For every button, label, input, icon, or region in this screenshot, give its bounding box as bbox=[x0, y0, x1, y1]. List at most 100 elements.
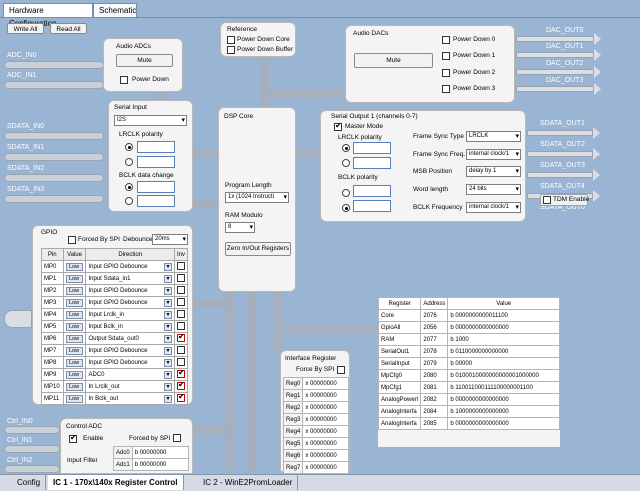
gpio-direction[interactable]: Input GPIO Debounce bbox=[85, 284, 162, 297]
register-value[interactable]: b 1000000000000000 bbox=[447, 405, 560, 418]
gpio-inv-checkbox[interactable] bbox=[176, 273, 185, 282]
gpio-inv-checkbox[interactable] bbox=[176, 368, 185, 378]
gpio-inv-checkbox[interactable] bbox=[176, 345, 185, 354]
gpio-direction[interactable]: Input Sdata_in1 bbox=[85, 272, 162, 285]
interface-register-value[interactable]: x 00000000 bbox=[302, 413, 349, 426]
ram-modulo-select[interactable]: 8 bbox=[225, 222, 255, 233]
gpio-direction[interactable]: In Bclk_out bbox=[85, 392, 162, 405]
gpio-inv-checkbox[interactable] bbox=[176, 297, 185, 306]
register-value[interactable]: b 00000 bbox=[447, 357, 560, 370]
interface-force-by-spi-checkbox[interactable] bbox=[337, 366, 345, 374]
gpio-direction-dropdown-icon[interactable]: ▾ bbox=[163, 262, 172, 271]
power-down-buffer-checkbox[interactable] bbox=[227, 46, 235, 54]
lrclk-polarity-radio-1[interactable] bbox=[125, 143, 133, 151]
gpio-direction[interactable]: Output Sdata_out0 bbox=[85, 332, 162, 345]
gpio-direction[interactable]: In Lrclk_out bbox=[85, 380, 162, 393]
gpio-value-button[interactable]: Low bbox=[65, 286, 83, 295]
interface-register-value[interactable]: x 00000000 bbox=[302, 389, 349, 402]
gpio-value-button[interactable]: Low bbox=[65, 334, 83, 343]
tab-ic1-register-control[interactable]: IC 1 - 170x\140x Register Control bbox=[48, 475, 184, 490]
dac-power-down-3-checkbox[interactable] bbox=[442, 85, 450, 93]
gpio-value-button[interactable]: Low bbox=[65, 298, 83, 307]
gpio-value-button[interactable]: Low bbox=[65, 346, 83, 355]
read-all-button[interactable]: Read All bbox=[50, 23, 87, 34]
tab-schematic[interactable]: Schematic bbox=[93, 3, 137, 18]
gpio-direction[interactable]: Input GPIO Debounce bbox=[85, 260, 162, 273]
interface-register-value[interactable]: x 00000000 bbox=[302, 437, 349, 450]
word-length-select[interactable]: 24 bits bbox=[466, 184, 521, 195]
tdm-enable-checkbox[interactable] bbox=[543, 196, 551, 204]
interface-register-value[interactable]: x 00000000 bbox=[302, 449, 349, 462]
so-lrclk-radio-2[interactable] bbox=[342, 159, 350, 167]
power-down-core-checkbox[interactable] bbox=[227, 36, 235, 44]
bclk-frequency-select[interactable]: internal clock/1 bbox=[466, 202, 521, 213]
gpio-direction[interactable]: Input GPIO Debounce bbox=[85, 356, 162, 369]
interface-register-value[interactable]: x 00000000 bbox=[302, 401, 349, 414]
gpio-value-button[interactable]: Low bbox=[65, 382, 83, 391]
gpio-direction-dropdown-icon[interactable]: ▾ bbox=[163, 382, 172, 391]
dac-mute-button[interactable]: Mute bbox=[354, 53, 433, 68]
gpio-value-button[interactable]: Low bbox=[65, 322, 83, 331]
gpio-direction-dropdown-icon[interactable]: ▾ bbox=[163, 322, 172, 331]
debounce-select[interactable]: 20ms bbox=[152, 234, 188, 245]
lrclk-polarity-radio-2[interactable] bbox=[125, 158, 133, 166]
gpio-inv-checkbox[interactable] bbox=[176, 261, 185, 270]
control-adc-enable-checkbox[interactable] bbox=[69, 433, 77, 443]
control-adc-value[interactable]: b 00000000 bbox=[131, 458, 190, 471]
so-lrclk-radio-1[interactable] bbox=[342, 144, 350, 152]
gpio-direction-dropdown-icon[interactable]: ▾ bbox=[163, 394, 172, 403]
gpio-direction-dropdown-icon[interactable]: ▾ bbox=[163, 346, 172, 355]
interface-register-value[interactable]: x 00000000 bbox=[302, 461, 349, 474]
gpio-inv-checkbox[interactable] bbox=[176, 380, 185, 390]
tab-ic2-wine2promloader[interactable]: IC 2 - WinE2PromLoader bbox=[198, 475, 299, 490]
register-value[interactable]: b 0100010000000000001000000 bbox=[447, 369, 560, 382]
control-adc-forced-by-spi-checkbox[interactable] bbox=[173, 434, 181, 442]
dac-power-down-1-checkbox[interactable] bbox=[442, 52, 450, 60]
register-value[interactable]: b 110011000111100000001100 bbox=[447, 381, 560, 394]
gpio-value-button[interactable]: Low bbox=[65, 262, 83, 271]
gpio-direction[interactable]: Input GPIO Debounce bbox=[85, 296, 162, 309]
bclk-change-radio-1[interactable] bbox=[125, 183, 133, 191]
frame-sync-type-select[interactable]: LRCLK bbox=[466, 131, 521, 142]
tab-config[interactable]: Config bbox=[12, 475, 47, 490]
gpio-value-button[interactable]: Low bbox=[65, 394, 83, 403]
gpio-value-button[interactable]: Low bbox=[65, 274, 83, 283]
register-value[interactable]: b 1000 bbox=[447, 333, 560, 346]
gpio-forced-by-spi-checkbox[interactable] bbox=[68, 236, 76, 244]
register-value[interactable]: b 0000000000000000 bbox=[447, 393, 560, 406]
frame-sync-freq-select[interactable]: internal clock/1 bbox=[466, 149, 521, 160]
gpio-value-button[interactable]: Low bbox=[65, 358, 83, 367]
gpio-inv-checkbox[interactable] bbox=[176, 321, 185, 330]
dac-power-down-0-checkbox[interactable] bbox=[442, 36, 450, 44]
gpio-direction[interactable]: ADC0 bbox=[85, 368, 162, 381]
gpio-direction-dropdown-icon[interactable]: ▾ bbox=[163, 310, 172, 319]
gpio-value-button[interactable]: Low bbox=[65, 310, 83, 319]
gpio-inv-checkbox[interactable] bbox=[176, 392, 185, 402]
adc-power-down-checkbox[interactable] bbox=[120, 76, 128, 84]
register-value[interactable]: b 0000000000011100 bbox=[447, 309, 560, 322]
msb-position-select[interactable]: delay by 1 bbox=[466, 166, 521, 177]
write-all-button[interactable]: Write All bbox=[7, 23, 44, 34]
gpio-direction-dropdown-icon[interactable]: ▾ bbox=[163, 370, 172, 379]
interface-register-value[interactable]: x 00000000 bbox=[302, 377, 349, 390]
master-mode-checkbox[interactable] bbox=[334, 121, 342, 131]
register-value[interactable]: b 0000000000000000 bbox=[447, 417, 560, 430]
gpio-direction-dropdown-icon[interactable]: ▾ bbox=[163, 274, 172, 283]
gpio-value-button[interactable]: Low bbox=[65, 370, 83, 379]
interface-register-value[interactable]: x 00000000 bbox=[302, 425, 349, 438]
register-value[interactable]: b 0000000000000000 bbox=[447, 321, 560, 334]
so-bclk-radio-2[interactable] bbox=[342, 204, 350, 212]
gpio-inv-checkbox[interactable] bbox=[176, 332, 185, 342]
zero-in-out-registers-button[interactable]: Zero In/Out Registers bbox=[225, 242, 291, 256]
gpio-direction[interactable]: Input GPIO Debounce bbox=[85, 344, 162, 357]
control-adc-value[interactable]: b 00000000 bbox=[131, 446, 190, 459]
so-bclk-radio-1[interactable] bbox=[342, 189, 350, 197]
gpio-direction[interactable]: Input Bclk_in bbox=[85, 320, 162, 333]
gpio-direction[interactable]: Input Lrclk_in bbox=[85, 308, 162, 321]
gpio-direction-dropdown-icon[interactable]: ▾ bbox=[163, 358, 172, 367]
gpio-direction-dropdown-icon[interactable]: ▾ bbox=[163, 334, 172, 343]
adc-mute-button[interactable]: Mute bbox=[116, 54, 173, 67]
gpio-direction-dropdown-icon[interactable]: ▾ bbox=[163, 286, 172, 295]
gpio-inv-checkbox[interactable] bbox=[176, 309, 185, 318]
serial-input-mode-select[interactable]: I2S bbox=[114, 115, 187, 126]
